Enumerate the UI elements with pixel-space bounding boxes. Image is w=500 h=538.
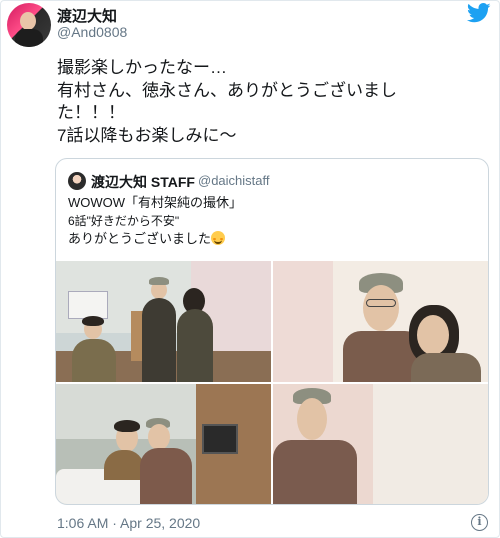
author-name[interactable]: 渡辺大知 (57, 5, 117, 26)
photo-2[interactable] (273, 261, 488, 382)
twitter-bird-icon[interactable] (467, 3, 491, 23)
quoted-line: 6話"好きだから不安" (68, 214, 180, 228)
quoted-tweet[interactable]: 渡辺大知 STAFF @daichistaff WOWOW「有村架純の撮休」 6… (55, 158, 489, 505)
info-icon[interactable]: i (471, 514, 488, 531)
tweet-text: 撮影楽しかったなー… 有村さん、徳永さん、ありがとうございまし た！！！ 7話以… (57, 57, 477, 147)
tweet-line: た！！！ (57, 103, 125, 122)
photo-grid (56, 261, 488, 504)
quoted-line: ありがとうございました (68, 231, 212, 246)
quoted-author-avatar (68, 172, 86, 190)
author-avatar[interactable] (7, 3, 51, 47)
tweet-line: 有村さん、徳永さん、ありがとうございまし (57, 80, 397, 100)
tweet-card: 渡辺大知 @And0808 撮影楽しかったなー… 有村さん、徳永さん、ありがとう… (0, 0, 500, 538)
quoted-author-handle: @daichistaff (198, 173, 270, 188)
tweet-line: 撮影楽しかったなー… (57, 58, 227, 77)
tweet-timestamp[interactable]: 1:06 AM · Apr 25, 2020 (57, 515, 200, 531)
tweet-line: 7話以降もお楽しみに〜 (57, 125, 237, 145)
quoted-author-name: 渡辺大知 STAFF (91, 174, 195, 190)
photo-4[interactable] (273, 384, 488, 504)
quoted-line: WOWOW「有村架純の撮休」 (68, 195, 243, 210)
photo-3[interactable] (56, 384, 271, 504)
author-handle[interactable]: @And0808 (57, 24, 127, 40)
quoted-text: WOWOW「有村架純の撮休」 6話"好きだから不安" ありがとうございました (68, 194, 242, 248)
photo-1[interactable] (56, 261, 271, 382)
smiling-face-emoji (211, 231, 226, 245)
